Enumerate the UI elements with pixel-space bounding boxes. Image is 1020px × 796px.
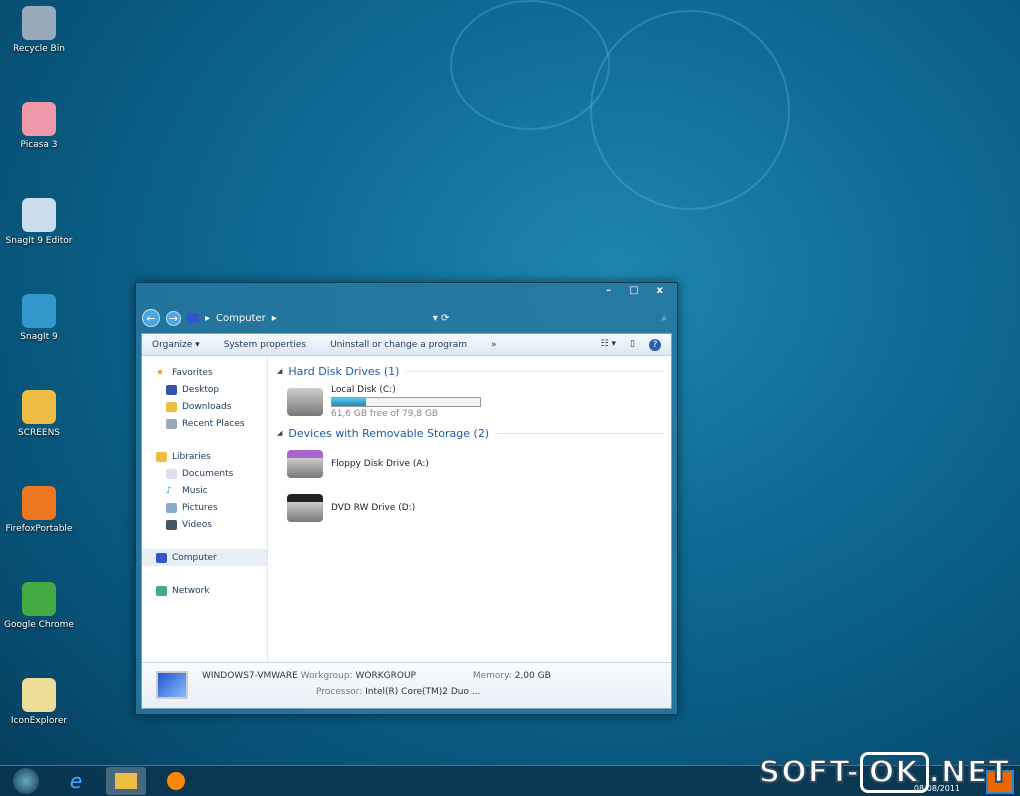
workgroup-value: WORKGROUP <box>355 671 416 681</box>
app-icon <box>22 6 56 40</box>
content-pane: ◢ Hard Disk Drives (1) Local Disk (C:) 61… <box>269 356 671 662</box>
watermark-logo: SOFT- OK .NET <box>758 752 1010 793</box>
drive-d[interactable]: DVD RW Drive (D:) <box>277 486 663 530</box>
nav-videos[interactable]: Videos <box>142 516 267 533</box>
drive-c-free: 61,6 GB free of 79,8 GB <box>331 409 439 419</box>
processor-value: Intel(R) Core(TM)2 Duo ... <box>365 687 481 697</box>
nav-music[interactable]: ♪ Music <box>142 482 267 499</box>
section-removable-storage[interactable]: ◢ Devices with Removable Storage (2) <box>277 424 663 442</box>
search-icon: ⌕ <box>661 312 667 324</box>
nav-recent-places[interactable]: Recent Places <box>142 415 267 432</box>
navigation-pane: ★ Favorites Desktop Downloads Recent Plac… <box>142 356 268 662</box>
back-icon[interactable]: ← <box>142 309 160 327</box>
downloads-icon <box>166 401 177 412</box>
refresh-icon[interactable]: ▾ ⟳ <box>433 313 450 324</box>
computer-icon <box>187 313 199 323</box>
app-icon <box>22 390 56 424</box>
desktop-icon-snagit-9-editor[interactable]: SnagIt 9 Editor <box>0 198 78 246</box>
nav-desktop[interactable]: Desktop <box>142 381 267 398</box>
music-icon: ♪ <box>166 485 172 496</box>
wallpaper-flower <box>590 10 790 210</box>
app-icon <box>22 486 56 520</box>
details-pane: WINDOWS7-VMWARE Workgroup: WORKGROUP Mem… <box>142 662 671 708</box>
videos-icon <box>166 519 177 530</box>
computer-name: WINDOWS7-VMWARE <box>202 671 298 681</box>
command-bar: Organize ▾ System properties Uninstall o… <box>142 334 671 356</box>
explorer-window: – □ x ← → ▸ Computer ▸ ▾ ⟳ ⌕ Organize ▾ … <box>135 282 678 715</box>
media-player-icon[interactable] <box>156 767 196 795</box>
wallpaper-flower <box>450 0 610 130</box>
organize-button[interactable]: Organize ▾ <box>152 340 200 350</box>
desktop-icon-recycle-bin[interactable]: Recycle Bin <box>0 6 78 54</box>
app-icon <box>22 294 56 328</box>
computer-large-icon <box>156 671 188 699</box>
nav-pictures[interactable]: Pictures <box>142 499 267 516</box>
app-icon <box>22 198 56 232</box>
help-icon[interactable]: ? <box>649 338 661 351</box>
maximize-button[interactable]: □ <box>629 285 638 296</box>
desktop-icon-picasa-3[interactable]: Picasa 3 <box>0 102 78 150</box>
computer-icon <box>156 552 167 563</box>
drive-c-name: Local Disk (C:) <box>331 385 396 395</box>
system-properties-button[interactable]: System properties <box>224 340 306 350</box>
memory-value: 2,00 GB <box>514 671 551 681</box>
more-button[interactable]: » <box>491 340 497 350</box>
dvd-drive-icon <box>287 494 323 522</box>
hard-disk-icon <box>287 388 323 416</box>
star-icon: ★ <box>156 367 165 378</box>
desktop-icon-screens[interactable]: SCREENS <box>0 390 78 438</box>
address-bar: ← → ▸ Computer ▸ ▾ ⟳ ⌕ <box>142 307 671 329</box>
drive-a[interactable]: Floppy Disk Drive (A:) <box>277 442 663 486</box>
documents-icon <box>166 468 177 479</box>
preview-pane-icon[interactable]: ▯ <box>630 339 635 351</box>
nav-favorites[interactable]: ★ Favorites <box>142 364 267 381</box>
desktop-icon-iconexplorer[interactable]: IconExplorer <box>0 678 78 726</box>
nav-libraries[interactable]: Libraries <box>142 448 267 465</box>
desktop-icon-firefoxportable[interactable]: FirefoxPortable <box>0 486 78 534</box>
desktop-icon-google-chrome[interactable]: Google Chrome <box>0 582 78 630</box>
nav-downloads[interactable]: Downloads <box>142 398 267 415</box>
internet-explorer-icon[interactable]: e <box>56 767 96 795</box>
forward-icon[interactable]: → <box>166 310 181 326</box>
nav-computer[interactable]: Computer <box>142 549 267 566</box>
app-icon <box>22 582 56 616</box>
floppy-drive-icon <box>287 450 323 478</box>
breadcrumb-computer[interactable]: Computer <box>216 313 266 324</box>
search-input[interactable]: ⌕ <box>471 309 671 327</box>
app-icon <box>22 678 56 712</box>
app-icon <box>22 102 56 136</box>
section-hard-disk-drives[interactable]: ◢ Hard Disk Drives (1) <box>277 362 663 380</box>
view-options-icon[interactable]: ☷ ▾ <box>601 339 616 351</box>
nav-network[interactable]: Network <box>142 582 267 599</box>
uninstall-button[interactable]: Uninstall or change a program <box>330 340 467 350</box>
pictures-icon <box>166 502 177 513</box>
minimize-button[interactable]: – <box>606 285 611 296</box>
nav-documents[interactable]: Documents <box>142 465 267 482</box>
windows-explorer-icon[interactable] <box>106 767 146 795</box>
drive-c-usage-bar <box>331 397 481 407</box>
close-button[interactable]: x <box>657 285 663 296</box>
desktop-icon-snagit-9[interactable]: SnagIt 9 <box>0 294 78 342</box>
network-icon <box>156 585 167 596</box>
desktop-icon <box>166 384 177 395</box>
libraries-icon <box>156 451 167 462</box>
drive-c[interactable]: Local Disk (C:) 61,6 GB free of 79,8 GB <box>277 380 663 424</box>
recent-places-icon <box>166 418 177 429</box>
start-button[interactable] <box>6 767 46 795</box>
